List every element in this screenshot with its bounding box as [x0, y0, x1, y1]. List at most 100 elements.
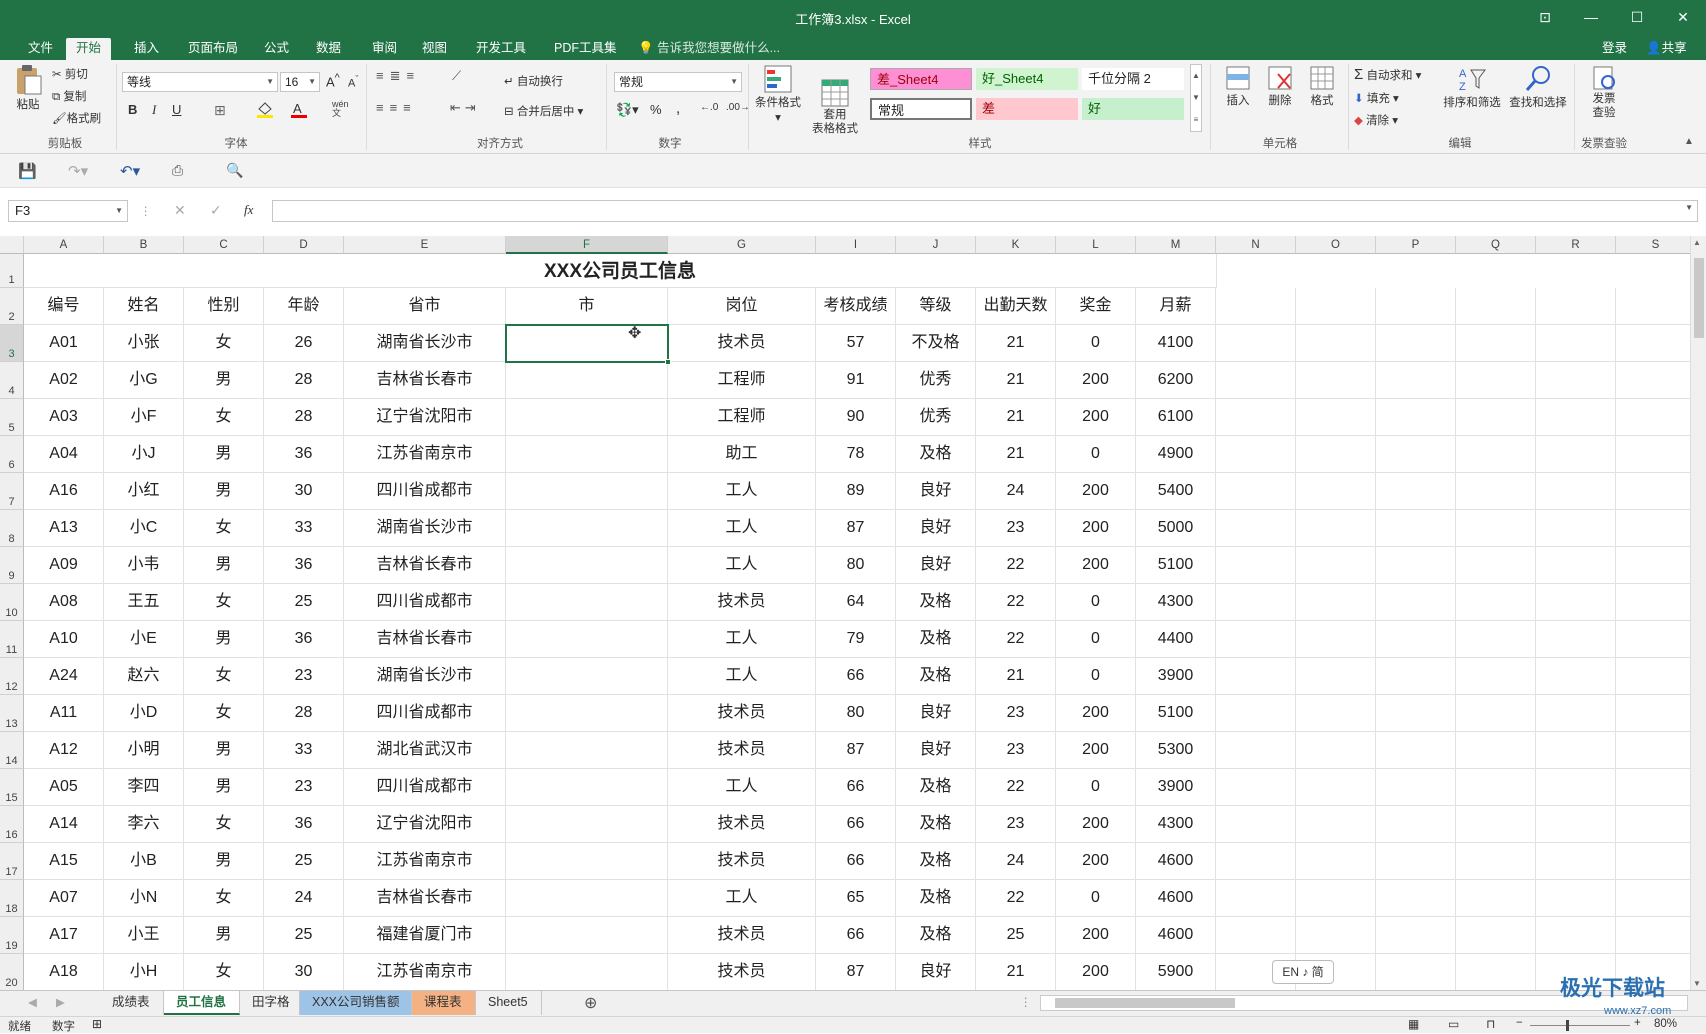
row-header[interactable]: 9: [0, 547, 24, 584]
empty-cell[interactable]: [1216, 695, 1296, 732]
percent-button[interactable]: %: [650, 102, 662, 117]
empty-cell[interactable]: [1296, 547, 1376, 584]
header-cell[interactable]: 月薪: [1136, 288, 1216, 325]
data-cell[interactable]: [506, 769, 668, 806]
data-cell[interactable]: A24: [24, 658, 104, 695]
data-cell[interactable]: 30: [264, 473, 344, 510]
data-cell[interactable]: 6200: [1136, 362, 1216, 399]
empty-cell[interactable]: [1536, 399, 1616, 436]
tab-9[interactable]: PDF工具集: [544, 38, 627, 60]
empty-cell[interactable]: [1296, 732, 1376, 769]
empty-cell[interactable]: [1296, 510, 1376, 547]
select-all-corner[interactable]: [0, 236, 24, 254]
data-cell[interactable]: 36: [264, 806, 344, 843]
data-cell[interactable]: 及格: [896, 584, 976, 621]
empty-cell[interactable]: [1216, 325, 1296, 362]
tell-me-search[interactable]: 💡 告诉我您想要做什么...: [628, 38, 790, 60]
empty-cell[interactable]: [1376, 436, 1456, 473]
header-cell[interactable]: 出勤天数: [976, 288, 1056, 325]
data-cell[interactable]: 4300: [1136, 584, 1216, 621]
worksheet-grid[interactable]: ABCDEFGIJKLMNOPQRS 1 2 3 4 5 6 7 8 9 10 11 12 13 14 15…: [0, 236, 1690, 990]
data-cell[interactable]: 200: [1056, 732, 1136, 769]
data-cell[interactable]: 工程师: [668, 362, 816, 399]
share-button[interactable]: 👤共享: [1636, 38, 1697, 60]
data-cell[interactable]: 22: [976, 584, 1056, 621]
data-cell[interactable]: 24: [976, 473, 1056, 510]
collapse-ribbon-icon[interactable]: ▲: [1684, 136, 1694, 147]
empty-cell[interactable]: [1376, 584, 1456, 621]
empty-cell[interactable]: [1456, 325, 1536, 362]
column-header[interactable]: D: [264, 236, 344, 254]
empty-cell[interactable]: [1296, 473, 1376, 510]
empty-cell[interactable]: [1376, 547, 1456, 584]
maximize-button[interactable]: ☐: [1614, 0, 1660, 34]
empty-cell[interactable]: [1296, 362, 1376, 399]
data-cell[interactable]: 87: [816, 732, 896, 769]
invoice-check-button[interactable]: 发票 查验: [1582, 64, 1626, 120]
row-header[interactable]: 11: [0, 621, 24, 658]
empty-cell[interactable]: [1456, 954, 1536, 990]
empty-cell[interactable]: [1296, 880, 1376, 917]
empty-cell[interactable]: [1296, 695, 1376, 732]
data-cell[interactable]: [506, 510, 668, 547]
data-cell[interactable]: 3900: [1136, 658, 1216, 695]
data-cell[interactable]: 23: [976, 806, 1056, 843]
column-header[interactable]: O: [1296, 236, 1376, 254]
empty-cell[interactable]: [1536, 436, 1616, 473]
empty-cell[interactable]: [1616, 547, 1690, 584]
font-color-button[interactable]: A: [290, 100, 308, 118]
row-header[interactable]: 18: [0, 880, 24, 917]
data-cell[interactable]: [506, 695, 668, 732]
data-cell[interactable]: 5900: [1136, 954, 1216, 990]
empty-cell[interactable]: [1616, 621, 1690, 658]
redo-icon[interactable]: ↷▾: [68, 162, 88, 180]
empty-cell[interactable]: [1616, 806, 1690, 843]
column-header[interactable]: S: [1616, 236, 1690, 254]
header-cell[interactable]: 等级: [896, 288, 976, 325]
data-cell[interactable]: [506, 806, 668, 843]
data-cell[interactable]: [506, 880, 668, 917]
data-cell[interactable]: 4600: [1136, 917, 1216, 954]
data-cell[interactable]: A09: [24, 547, 104, 584]
data-cell[interactable]: 四川省成都市: [344, 769, 506, 806]
name-box[interactable]: F3 ▼: [8, 200, 128, 222]
data-cell[interactable]: 男: [184, 362, 264, 399]
empty-cell[interactable]: [1216, 658, 1296, 695]
data-cell[interactable]: 21: [976, 362, 1056, 399]
data-cell[interactable]: 4600: [1136, 843, 1216, 880]
empty-cell[interactable]: [1536, 917, 1616, 954]
empty-cell[interactable]: [1456, 399, 1536, 436]
row-header[interactable]: 19: [0, 917, 24, 954]
empty-cell[interactable]: [1536, 880, 1616, 917]
tab-4[interactable]: 公式: [254, 38, 299, 60]
increase-font-icon[interactable]: A^: [326, 72, 340, 89]
data-cell[interactable]: 良好: [896, 510, 976, 547]
empty-cell[interactable]: [1536, 510, 1616, 547]
data-cell[interactable]: 良好: [896, 732, 976, 769]
empty-cell[interactable]: [1616, 325, 1690, 362]
fill-button[interactable]: ⬇ 填充 ▾: [1354, 90, 1399, 106]
empty-cell[interactable]: [1456, 584, 1536, 621]
empty-cell[interactable]: [1456, 362, 1536, 399]
empty-cell[interactable]: [1376, 658, 1456, 695]
data-cell[interactable]: 工人: [668, 658, 816, 695]
header-cell[interactable]: 编号: [24, 288, 104, 325]
data-cell[interactable]: 21: [976, 658, 1056, 695]
data-cell[interactable]: A10: [24, 621, 104, 658]
empty-cell[interactable]: [1296, 806, 1376, 843]
ribbon-display-icon[interactable]: ⊡: [1522, 0, 1568, 34]
data-cell[interactable]: 25: [264, 584, 344, 621]
clear-button[interactable]: ◆ 清除 ▾: [1354, 112, 1398, 128]
cell-style-1[interactable]: 好_Sheet4: [976, 68, 1078, 90]
data-cell[interactable]: 23: [976, 695, 1056, 732]
data-cell[interactable]: A15: [24, 843, 104, 880]
data-cell[interactable]: [506, 547, 668, 584]
data-cell[interactable]: [506, 436, 668, 473]
data-cell[interactable]: 66: [816, 806, 896, 843]
data-cell[interactable]: 36: [264, 621, 344, 658]
data-cell[interactable]: 湖北省武汉市: [344, 732, 506, 769]
data-cell[interactable]: A18: [24, 954, 104, 990]
header-cell[interactable]: 奖金: [1056, 288, 1136, 325]
empty-cell[interactable]: [1536, 288, 1616, 325]
data-cell[interactable]: 小王: [104, 917, 184, 954]
